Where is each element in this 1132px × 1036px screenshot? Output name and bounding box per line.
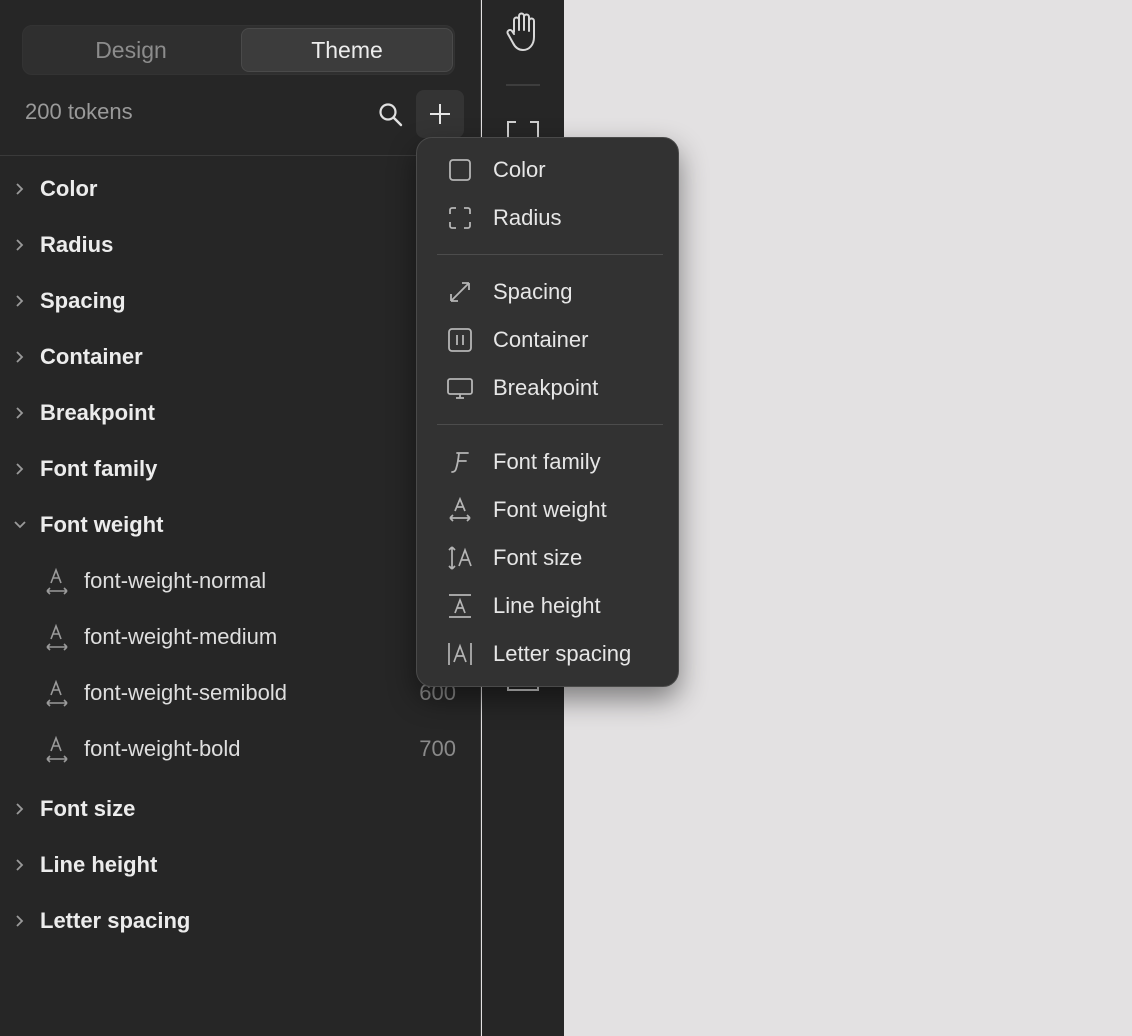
color-icon	[449, 159, 471, 181]
tokens-panel: Design Theme 200 tokens Color Radius Spa…	[0, 0, 481, 1036]
tokens-count: 200 tokens	[25, 99, 133, 124]
mode-switcher: Design Theme	[22, 25, 455, 75]
menu-item-font-weight[interactable]: Font weight	[417, 488, 678, 532]
menu-item-spacing[interactable]: Spacing	[417, 270, 678, 314]
group-font-family[interactable]: Font family	[0, 447, 480, 491]
menu-item-font-family[interactable]: Font family	[417, 440, 678, 484]
group-color[interactable]: Color	[0, 167, 480, 211]
group-label: Letter spacing	[40, 908, 191, 933]
menu-item-font-size[interactable]: Font size	[417, 536, 678, 580]
font-weight-icon	[46, 679, 68, 707]
group-container[interactable]: Container	[0, 335, 480, 379]
token-name: font-weight-bold	[84, 736, 241, 761]
group-label: Radius	[40, 232, 114, 257]
menu-item-label: Font weight	[493, 497, 607, 522]
menu-item-label: Radius	[493, 205, 562, 230]
group-letter-spacing[interactable]: Letter spacing	[0, 899, 480, 943]
tab-theme[interactable]: Theme	[241, 28, 453, 72]
chevron-right-icon	[16, 463, 24, 475]
group-font-weight[interactable]: Font weight	[0, 503, 480, 547]
menu-item-label: Breakpoint	[493, 375, 599, 400]
group-radius[interactable]: Radius	[0, 223, 480, 267]
font-size-icon	[448, 546, 472, 570]
font-weight-icon	[46, 623, 68, 651]
strip-divider	[506, 84, 540, 86]
token-row[interactable]: font-weight-bold 700	[0, 727, 480, 771]
menu-item-label: Letter spacing	[493, 641, 632, 666]
plus-icon	[430, 104, 450, 124]
group-label: Font size	[40, 796, 136, 821]
tab-design[interactable]: Design	[25, 28, 237, 72]
token-name: font-weight-medium	[84, 624, 278, 649]
menu-separator	[437, 254, 663, 255]
menu-item-color[interactable]: Color	[417, 148, 678, 192]
group-label: Font weight	[40, 512, 164, 537]
group-label: Color	[40, 176, 98, 201]
token-name: font-weight-semibold	[84, 680, 287, 705]
font-family-icon	[451, 452, 469, 473]
container-icon	[448, 328, 472, 352]
group-spacing[interactable]: Spacing	[0, 279, 480, 323]
chevron-right-icon	[16, 351, 24, 363]
menu-item-label: Color	[493, 157, 546, 182]
add-token-menu: Color Radius Spacing Container Breakpoin…	[416, 137, 679, 687]
chevron-down-icon	[14, 521, 26, 529]
group-label: Font family	[40, 456, 158, 481]
font-weight-icon	[46, 735, 68, 763]
hand-icon[interactable]	[504, 10, 544, 54]
menu-item-label: Font size	[493, 545, 583, 570]
menu-item-radius[interactable]: Radius	[417, 196, 678, 240]
menu-item-label: Spacing	[493, 279, 573, 304]
radius-icon	[449, 207, 471, 229]
token-value: 700	[419, 736, 456, 761]
menu-item-letter-spacing[interactable]: Letter spacing	[417, 632, 678, 676]
chevron-right-icon	[16, 859, 24, 871]
chevron-right-icon	[16, 295, 24, 307]
menu-item-label: Font family	[493, 449, 601, 474]
token-row[interactable]: font-weight-semibold 600	[0, 671, 480, 715]
add-token-button[interactable]	[416, 90, 464, 138]
chevron-right-icon	[16, 239, 24, 251]
monitor-icon	[447, 378, 473, 399]
menu-item-label: Line height	[493, 593, 601, 618]
chevron-right-icon	[16, 915, 24, 927]
menu-item-label: Container	[493, 327, 589, 352]
menu-separator	[437, 424, 663, 425]
group-label: Spacing	[40, 288, 126, 313]
line-height-icon	[449, 594, 471, 618]
letter-spacing-icon	[448, 643, 472, 665]
token-row[interactable]: font-weight-medium 5	[0, 615, 480, 659]
menu-item-breakpoint[interactable]: Breakpoint	[417, 366, 678, 410]
font-weight-icon	[46, 567, 68, 595]
token-name: font-weight-normal	[84, 568, 267, 593]
chevron-right-icon	[16, 183, 24, 195]
search-icon[interactable]	[376, 100, 406, 130]
chevron-right-icon	[16, 407, 24, 419]
menu-item-container[interactable]: Container	[417, 318, 678, 362]
chevron-right-icon	[16, 803, 24, 815]
header-divider	[0, 155, 480, 156]
spacing-icon	[450, 282, 470, 302]
group-label: Container	[40, 344, 143, 369]
font-weight-icon	[449, 497, 471, 522]
group-label: Line height	[40, 852, 158, 877]
group-font-size[interactable]: Font size	[0, 787, 480, 831]
token-row[interactable]: font-weight-normal 4	[0, 559, 480, 603]
group-breakpoint[interactable]: Breakpoint	[0, 391, 480, 435]
group-line-height[interactable]: Line height	[0, 843, 480, 887]
menu-item-line-height[interactable]: Line height	[417, 584, 678, 628]
group-label: Breakpoint	[40, 400, 155, 425]
